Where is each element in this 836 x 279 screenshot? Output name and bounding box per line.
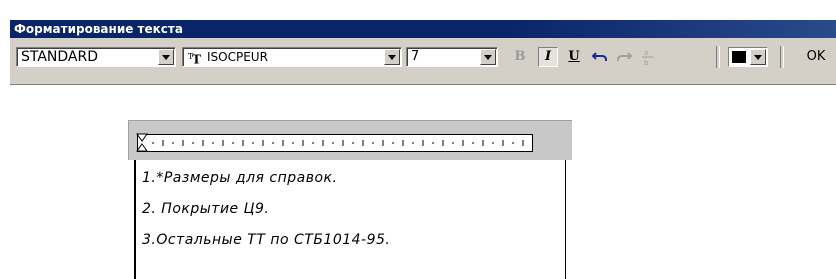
mtext-editor: 1.*Размеры для справок. 2. Покрытие Ц9. …: [128, 120, 572, 279]
ok-button[interactable]: OK: [800, 47, 832, 67]
text-height-dropdown[interactable]: 7: [406, 47, 498, 67]
toolbar-separator: [716, 46, 720, 68]
text-line: 1.*Размеры для справок.: [142, 170, 338, 186]
stack-fraction-icon: a b: [642, 49, 654, 67]
svg-text:T: T: [192, 53, 201, 65]
text-edit-area[interactable]: 1.*Размеры для справок. 2. Покрытие Ц9. …: [134, 160, 566, 279]
svg-text:b: b: [644, 59, 649, 66]
indent-marker-icon[interactable]: [136, 133, 148, 153]
text-style-dropdown[interactable]: STANDARD: [16, 47, 176, 67]
chevron-down-icon[interactable]: [750, 49, 766, 65]
redo-button[interactable]: [614, 47, 634, 67]
toolbar-title[interactable]: Форматирование текста: [10, 20, 836, 38]
ruler[interactable]: [136, 133, 533, 153]
chevron-down-icon[interactable]: [480, 49, 496, 65]
color-dropdown[interactable]: [728, 47, 768, 67]
text-formatting-toolbar: Форматирование текста STANDARD T T ISOCP…: [10, 8, 836, 85]
italic-button[interactable]: I: [538, 47, 558, 67]
color-swatch: [732, 51, 746, 63]
text-line: 2. Покрытие Ц9.: [142, 201, 270, 217]
redo-icon: [617, 52, 633, 61]
toolbar-separator: [780, 46, 784, 68]
font-dropdown[interactable]: T T ISOCPEUR: [182, 47, 402, 67]
chevron-down-icon[interactable]: [158, 49, 174, 65]
text-style-value: STANDARD: [21, 49, 99, 65]
undo-icon: [591, 52, 607, 61]
bold-button[interactable]: B: [510, 47, 530, 67]
text-line: 3.Остальные ТТ по СТБ1014-95.: [142, 232, 391, 248]
svg-text:a: a: [644, 49, 648, 57]
truetype-font-icon: T T: [188, 52, 201, 65]
text-height-value: 7: [411, 49, 420, 64]
ruler-ticks: [152, 140, 524, 146]
underline-button[interactable]: U: [564, 47, 584, 67]
ruler-bar: [128, 120, 572, 160]
stack-button[interactable]: a b: [638, 47, 658, 67]
font-value: ISOCPEUR: [207, 50, 268, 64]
chevron-down-icon[interactable]: [384, 49, 400, 65]
undo-button[interactable]: [590, 47, 610, 67]
toolbar-row: STANDARD T T ISOCPEUR 7 B I U a b OK: [10, 38, 836, 85]
